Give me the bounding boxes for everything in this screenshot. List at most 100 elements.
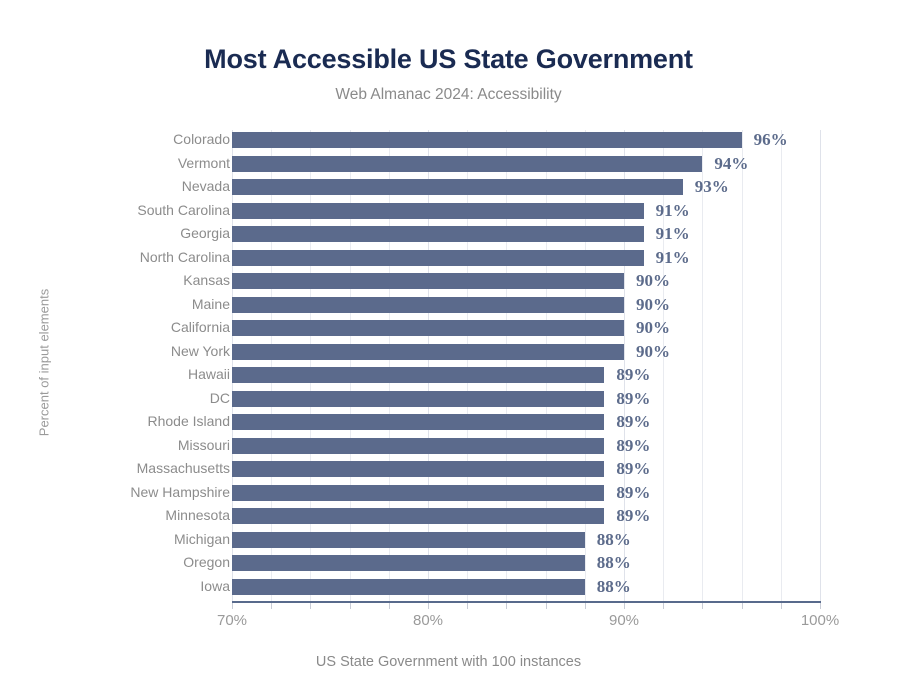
bar-row[interactable]: New York 90% — [0, 342, 897, 366]
bar-row[interactable]: Iowa 88% — [0, 577, 897, 601]
bar-row[interactable]: California 90% — [0, 318, 897, 342]
x-tick-mark — [702, 603, 704, 609]
category-label: Maine — [191, 295, 230, 312]
bar-row[interactable]: North Carolina 91% — [0, 248, 897, 272]
bar-value-label: 91% — [655, 200, 690, 220]
bar-value-label: 89% — [616, 482, 651, 502]
bar-chart: Most Accessible US State Government Web … — [0, 0, 897, 692]
bar-row[interactable]: Rhode Island 89% — [0, 412, 897, 436]
bar-value-label: 91% — [655, 247, 690, 267]
bar-value-label: 88% — [596, 576, 631, 596]
bar-row[interactable]: Georgia 91% — [0, 224, 897, 248]
x-tick-mark — [232, 603, 233, 609]
bar-value-label: 90% — [636, 341, 670, 361]
bar-value-label: 88% — [596, 529, 631, 549]
bar-value-label: 89% — [616, 459, 651, 478]
x-tick-mark — [271, 603, 273, 609]
bar[interactable] — [232, 226, 644, 242]
x-tick-mark — [780, 603, 782, 609]
bar[interactable] — [232, 202, 644, 219]
x-tick-mark — [741, 603, 743, 609]
x-tick-label: 80% — [412, 612, 444, 629]
bar-row[interactable]: Nevada 93% — [0, 177, 897, 201]
bar[interactable] — [232, 414, 605, 430]
bar-row[interactable]: Minnesota 89% — [0, 506, 897, 530]
bar[interactable] — [232, 437, 605, 454]
x-tick-mark — [584, 603, 586, 609]
x-tick-mark — [820, 603, 821, 609]
bar-rows: Colorado 96% Vermont 94% Nevada 93% South Caro… — [0, 130, 897, 602]
x-tick-label: 90% — [608, 612, 640, 629]
bar-row[interactable]: Kansas 90% — [0, 271, 897, 295]
category-label: DC — [209, 389, 230, 406]
bar[interactable] — [232, 132, 742, 148]
bar-value-label: 89% — [616, 365, 651, 384]
category-label: Colorado — [173, 131, 230, 147]
bar[interactable] — [232, 531, 585, 548]
x-tick-mark — [428, 603, 429, 609]
category-label: Oregon — [183, 554, 230, 570]
x-tick-mark — [310, 603, 312, 609]
x-tick-mark — [388, 603, 390, 609]
x-tick-mark — [467, 603, 469, 609]
bar[interactable] — [232, 179, 683, 195]
category-label: Kansas — [183, 272, 230, 288]
x-axis-title: US State Government with 100 instances — [315, 654, 582, 670]
x-tick-label: 100% — [800, 612, 840, 629]
bar[interactable] — [232, 320, 624, 336]
bar-row[interactable]: Michigan 88% — [0, 530, 897, 554]
category-label: North Carolina — [139, 248, 230, 265]
bar[interactable] — [232, 343, 624, 360]
bar[interactable] — [232, 249, 644, 266]
category-label: New Hampshire — [130, 483, 230, 500]
bar-value-label: 88% — [596, 553, 631, 572]
bar-value-label: 93% — [694, 177, 729, 196]
bar-value-label: 90% — [636, 294, 670, 314]
bar-row[interactable]: South Carolina 91% — [0, 201, 897, 225]
category-label: Rhode Island — [147, 413, 230, 429]
x-tick-label: 70% — [216, 612, 248, 629]
bar[interactable] — [232, 578, 585, 595]
bar-row[interactable]: Oregon 88% — [0, 553, 897, 577]
bar-value-label: 90% — [636, 271, 670, 290]
bar[interactable] — [232, 555, 585, 571]
bar-value-label: 96% — [753, 130, 788, 149]
y-axis-title: Percent of input elements — [36, 288, 52, 437]
bar-row[interactable]: Maine 90% — [0, 295, 897, 319]
category-label: Iowa — [200, 577, 230, 594]
category-label: South Carolina — [137, 201, 230, 218]
category-label: Vermont — [177, 154, 230, 171]
category-label: Nevada — [181, 178, 230, 194]
bar[interactable] — [232, 390, 605, 407]
chart-subtitle: Web Almanac 2024: Accessibility — [335, 86, 562, 103]
bar-row[interactable]: Colorado 96% — [0, 130, 897, 154]
bar-value-label: 91% — [655, 224, 690, 243]
chart-title: Most Accessible US State Government — [204, 44, 693, 74]
x-tick-mark — [545, 603, 547, 609]
bar[interactable] — [232, 508, 605, 524]
category-label: New York — [170, 342, 230, 359]
bar[interactable] — [232, 484, 605, 501]
x-tick-mark — [663, 603, 665, 609]
bar-value-label: 89% — [616, 412, 651, 431]
bar[interactable] — [232, 461, 605, 477]
bar-value-label: 94% — [714, 153, 749, 173]
bar-row[interactable]: Massachusetts 89% — [0, 459, 897, 483]
x-tick-mark — [349, 603, 351, 609]
bar-row[interactable]: New Hampshire 89% — [0, 483, 897, 507]
bar[interactable] — [232, 155, 703, 172]
bar[interactable] — [232, 296, 624, 313]
x-tick-mark — [506, 603, 508, 609]
bar[interactable] — [232, 273, 624, 289]
x-tick-mark — [624, 603, 625, 609]
category-label: Georgia — [180, 225, 230, 241]
bar-row[interactable]: Vermont 94% — [0, 154, 897, 178]
category-label: Massachusetts — [136, 460, 230, 476]
bar-row[interactable]: DC 89% — [0, 389, 897, 413]
bar-row[interactable]: Hawaii 89% — [0, 365, 897, 389]
bar[interactable] — [232, 367, 605, 383]
category-label: California — [170, 319, 230, 335]
bar-row[interactable]: Missouri 89% — [0, 436, 897, 460]
bar-value-label: 89% — [616, 506, 651, 525]
bar-value-label: 89% — [616, 388, 651, 408]
